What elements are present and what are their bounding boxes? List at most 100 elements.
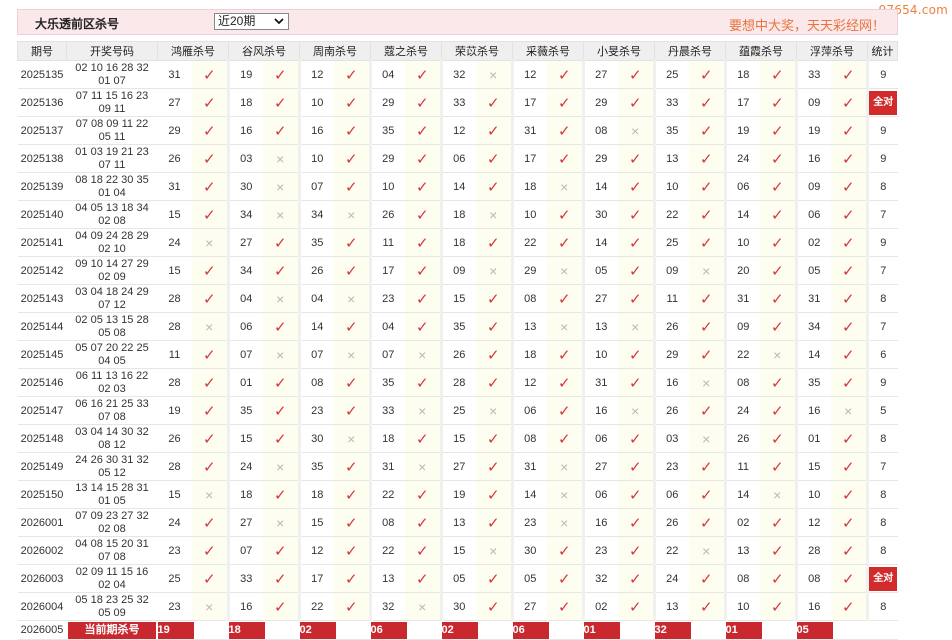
result-mark-cell: ✓ [546,60,585,89]
kill-number-cell: 25 [654,228,689,257]
result-mark-cell: ✓ [333,228,372,257]
check-icon: ✓ [344,486,358,504]
kill-number-cell: 16 [583,508,618,537]
kill-number-cell: 04 [370,60,405,89]
kill-number-cell: 33 [441,88,476,117]
check-icon: ✓ [273,122,287,140]
all-correct-badge: 全对 [869,90,898,115]
table-row: 2025145 05 07 20 22 25 04 05 11 ✓ 07 × 07 × 07 × 26… [17,340,898,369]
draw-numbers-cell: 06 16 21 25 33 07 08 [66,396,158,425]
kill-number-cell: 13 [370,564,405,593]
check-icon: ✓ [486,598,500,616]
result-mark-cell: ✓ [688,340,727,369]
result-mark-cell: ✓ [617,60,656,89]
table-row: 2025142 09 10 14 27 29 02 09 15 ✓ 34 ✓ 26 ✓ 17 ✓ 09… [17,256,898,285]
kill-number-cell: 26 [654,396,689,425]
result-mark-cell: × [546,312,585,341]
col-header-expert: 浮萍杀号 [796,41,868,61]
check-icon: ✓ [770,122,784,140]
period-select[interactable]: 近20期 [214,13,289,30]
kill-number-cell: 31 [725,284,760,313]
kill-number-cell: 10 [725,228,760,257]
draw-numbers-cell: 04 05 13 18 34 02 08 [66,200,158,229]
kill-number-cell: 27 [228,228,263,257]
back-numbers: 01 04 [98,186,126,199]
check-icon: ✓ [699,234,713,252]
kill-number-cell: 14 [583,228,618,257]
front-numbers: 03 04 14 30 32 [75,425,149,438]
check-icon: ✓ [628,262,642,280]
check-icon: ✓ [202,514,216,532]
cross-icon: × [702,374,711,391]
result-mark-cell: × [830,396,869,425]
col-header-expert: 鸿雁杀号 [157,41,229,61]
check-icon: ✓ [344,150,358,168]
kill-number-cell: 29 [370,88,405,117]
kill-number-cell: 10 [299,88,334,117]
kill-number-cell: 27 [228,508,263,537]
kill-number-cell: 04 [228,284,263,313]
draw-numbers-cell: 24 26 30 31 32 05 12 [66,452,158,481]
kill-number-cell: 16 [654,368,689,397]
kill-number-cell: 25 [157,564,192,593]
result-mark-cell: ✓ [617,508,656,537]
check-icon: ✓ [557,570,571,588]
check-icon: ✓ [770,290,784,308]
result-mark-cell: ✓ [759,88,798,117]
check-icon: ✓ [273,66,287,84]
kill-number-cell: 22 [370,480,405,509]
kill-number-cell: 13 [441,508,476,537]
result-mark-cell: ✓ [404,172,443,201]
check-icon: ✓ [273,234,287,252]
result-mark-cell: ✓ [759,144,798,173]
result-mark-cell: × [191,312,230,341]
kill-number-cell: 33 [370,396,405,425]
kill-number-cell: 12 [796,508,831,537]
check-icon: ✓ [841,66,855,84]
check-icon: ✓ [628,570,642,588]
result-mark-cell: ✓ [475,592,514,621]
result-mark-cell: ✓ [617,368,656,397]
draw-numbers-cell: 05 07 20 22 25 04 05 [66,340,158,369]
check-icon: ✓ [202,374,216,392]
check-icon: ✓ [415,486,429,504]
result-mark-cell: × [475,200,514,229]
kill-number-cell: 28 [157,312,192,341]
check-icon: ✓ [770,402,784,420]
check-icon: ✓ [841,542,855,560]
result-mark-cell: ✓ [617,424,656,453]
issue-cell: 2025147 [17,396,67,425]
kill-number-cell: 08 [299,368,334,397]
draw-numbers-cell: 07 11 15 16 23 09 11 [66,88,158,117]
check-icon: ✓ [344,570,358,588]
kill-number-cell: 06 [583,424,618,453]
check-icon: ✓ [699,402,713,420]
kill-number-cell: 09 [796,88,831,117]
result-mark-cell: ✓ [475,480,514,509]
front-numbers: 02 10 16 28 32 [75,61,149,74]
result-mark-cell: ✓ [404,536,443,565]
check-icon: ✓ [202,206,216,224]
stat-cell: 9 [867,116,898,145]
current-kill-label: 当前期杀号 [68,621,156,639]
kill-number-cell: 28 [157,368,192,397]
result-mark-cell: ✓ [262,396,301,425]
kill-number-cell: 09 [654,256,689,285]
check-icon: ✓ [202,402,216,420]
result-mark-cell: ✓ [830,564,869,593]
stat-cell: 7 [867,452,898,481]
slogan-link[interactable]: 要想中大奖，天天彩经网！ [729,15,885,34]
cross-icon: × [418,402,427,419]
result-mark-cell: × [759,340,798,369]
result-mark-cell: ✓ [475,116,514,145]
kill-number-cell: 18 [370,424,405,453]
kill-number-cell: 26 [157,424,192,453]
result-mark-cell: ✓ [759,536,798,565]
check-icon: ✓ [557,206,571,224]
result-mark-cell: ✓ [546,88,585,117]
table-row: 2025146 06 11 13 16 22 02 03 28 ✓ 01 ✓ 08 ✓ 35 ✓ 28… [17,368,898,397]
current-kill-cell: 06 [370,620,442,640]
current-kill-number: 06 [370,621,407,639]
result-mark-cell: ✓ [759,368,798,397]
check-icon: ✓ [344,374,358,392]
